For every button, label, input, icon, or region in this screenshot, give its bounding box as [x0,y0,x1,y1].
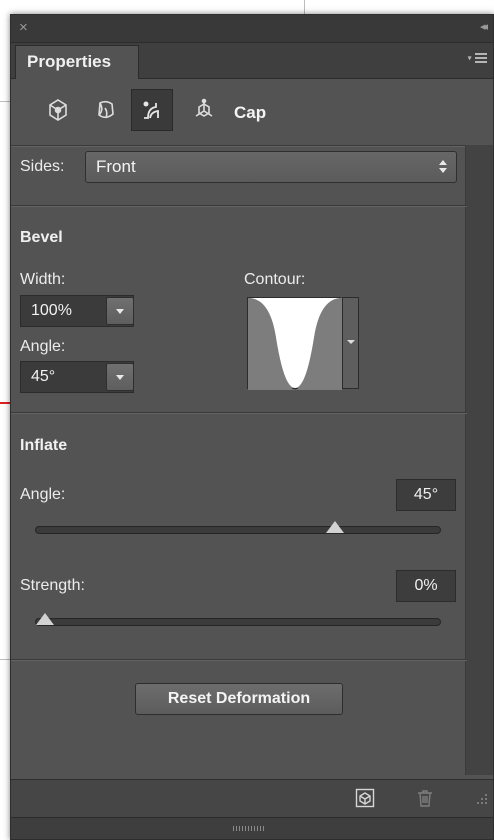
canvas-guide-red [0,402,10,404]
properties-panel: × ◂◂ Properties ▾ Cap Sides: Front Bevel… [10,14,494,840]
panel-titlebar: × ◂◂ [11,15,493,43]
bevel-angle-value: 45° [31,368,56,385]
3d-coordinates-icon[interactable] [183,89,225,131]
contour-curve-icon [248,298,342,390]
strength-field[interactable]: 0% [396,570,456,602]
contour-preview[interactable] [247,297,342,390]
contour-dropdown[interactable] [342,297,359,389]
panel-menu-icon[interactable]: ▾ [468,50,487,65]
active-tool-label: Cap [234,103,267,122]
divider [11,412,467,414]
bevel-angle-label: Angle: [20,338,66,355]
sides-select-value: Front [96,157,136,176]
divider [11,659,467,661]
bevel-width-dropdown[interactable] [106,297,134,325]
strength-label: Strength: [20,577,85,594]
resize-grip-icon[interactable] [475,794,487,808]
divider [11,205,467,207]
sides-label: Sides: [20,158,65,175]
divider [11,145,467,147]
canvas-guide-vertical [304,0,305,14]
3d-tool-icons: Cap [11,81,493,145]
scrollbar[interactable] [465,145,493,775]
inflate-section-title: Inflate [20,437,68,454]
bevel-width-value: 100% [31,302,72,319]
close-icon[interactable]: × [19,19,28,37]
sides-select[interactable]: Front [85,151,457,183]
strength-slider[interactable] [35,613,441,626]
3d-deform-icon[interactable] [85,89,127,131]
canvas-guide-horizontal [0,659,10,660]
3d-mesh-icon[interactable] [37,89,79,131]
panel-footer [11,817,493,839]
panel-bottom-bar [11,779,493,817]
inflate-angle-slider-thumb[interactable] [325,521,344,533]
panel-resize-handle[interactable] [233,826,265,831]
strength-slider-thumb[interactable] [36,613,54,625]
panel-tab-row: Properties ▾ [11,43,493,79]
tab-properties[interactable]: Properties [15,45,139,79]
inflate-angle-field[interactable]: 45° [396,479,456,511]
select-arrows-icon [439,159,447,174]
bevel-width-label: Width: [20,271,66,288]
inflate-angle-label: Angle: [20,486,66,503]
canvas-guide-horizontal [0,101,10,102]
render-icon[interactable] [355,788,375,808]
bevel-angle-dropdown[interactable] [106,363,134,391]
bevel-section-title: Bevel [20,229,63,246]
trash-icon[interactable] [415,788,435,808]
reset-deformation-button[interactable]: Reset Deformation [135,683,343,715]
collapse-panel-icon[interactable]: ◂◂ [480,20,488,33]
contour-label: Contour: [244,271,306,288]
3d-cap-icon[interactable] [131,89,173,131]
inflate-angle-slider[interactable] [35,521,441,534]
